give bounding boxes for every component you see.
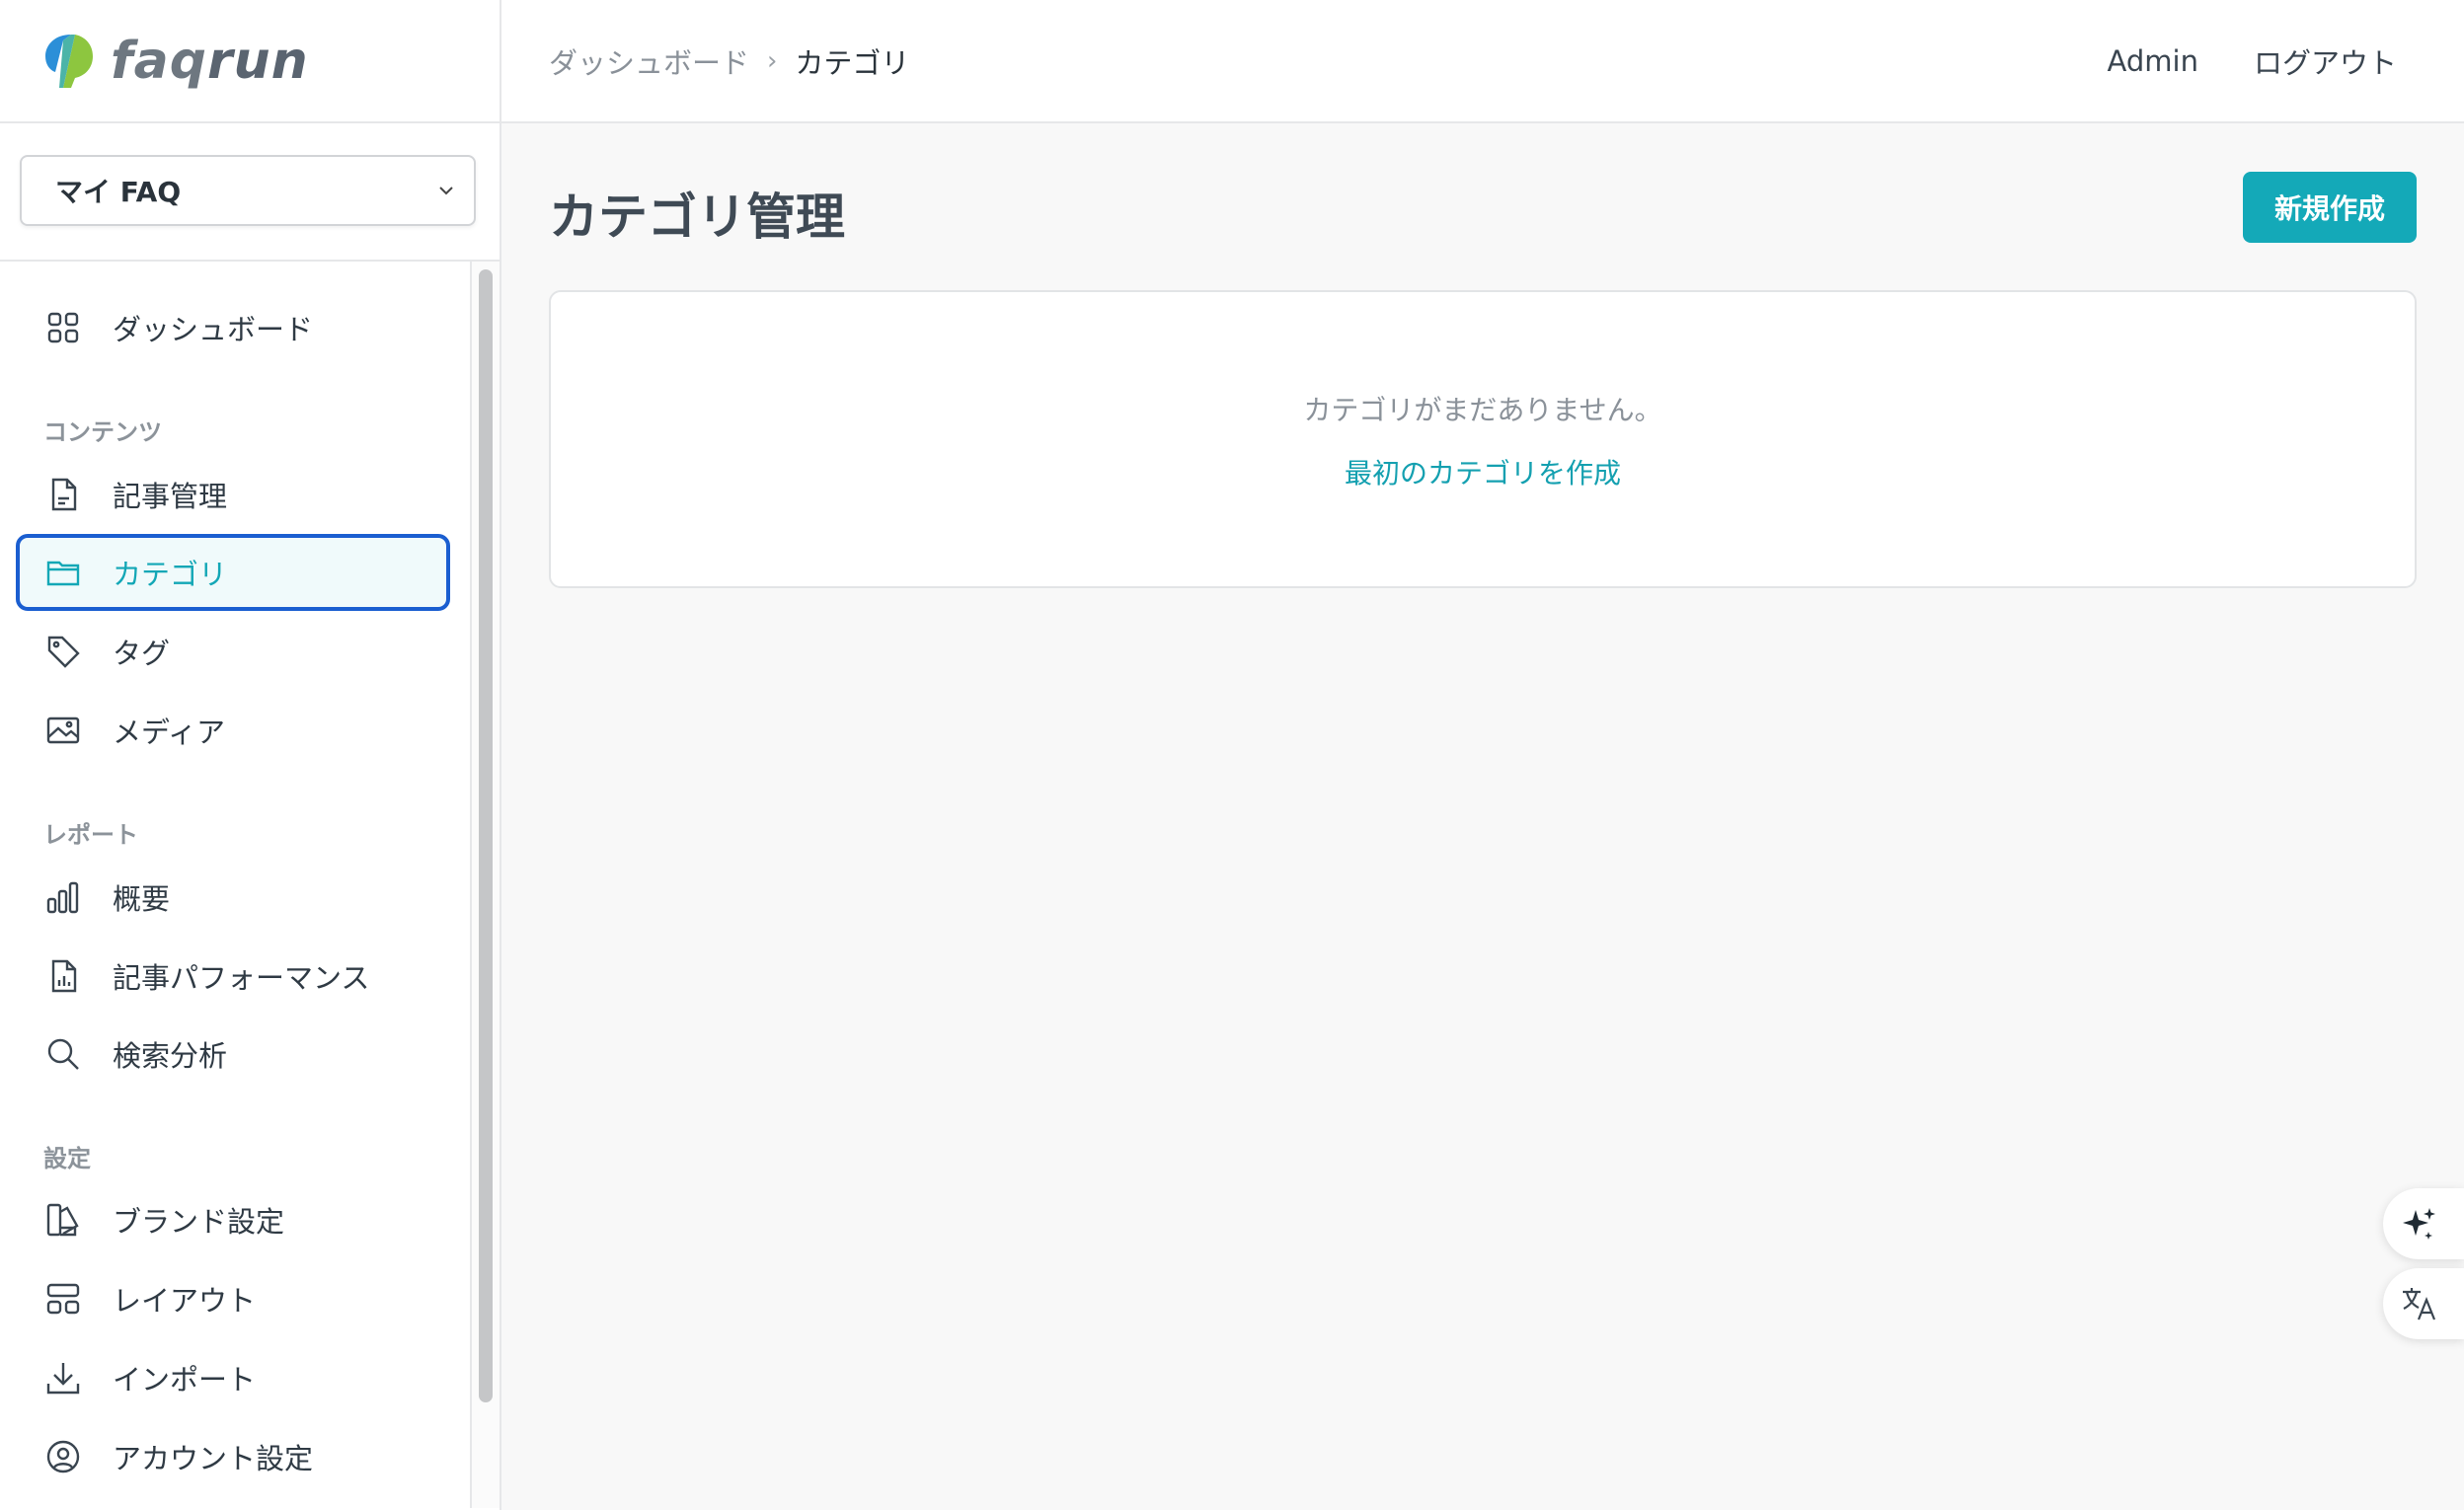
breadcrumb: ダッシュボード › カテゴリ: [549, 40, 909, 82]
sidebar-item-label: メディア: [113, 716, 225, 749]
create-first-category-link[interactable]: 最初のカテゴリを作成: [551, 452, 2415, 491]
sidebar-item-import[interactable]: インポート: [16, 1339, 450, 1416]
faq-select-value: マイ FAQ: [55, 176, 182, 208]
sidebar-item-label: 記事パフォーマンス: [113, 961, 370, 995]
folder-icon: [43, 553, 83, 592]
sidebar-item-overview[interactable]: 概要: [16, 859, 450, 936]
sparkle-icon: [2403, 1208, 2435, 1240]
sidebar-item-article-performance[interactable]: 記事パフォーマンス: [16, 938, 450, 1015]
sidebar-item-label: 概要: [113, 882, 171, 916]
sidebar-item-tags[interactable]: タグ: [16, 613, 450, 690]
sidebar-scrollbar[interactable]: [470, 262, 500, 1508]
document-icon: [43, 475, 83, 514]
sidebar-item-layout[interactable]: レイアウト: [16, 1260, 450, 1337]
translate-icon: [2403, 1288, 2436, 1321]
header-actions: Admin ログアウト: [2052, 40, 2397, 82]
translate-button[interactable]: [2383, 1268, 2464, 1339]
sidebar-item-categories[interactable]: カテゴリ: [16, 534, 450, 611]
sidebar-item-media[interactable]: メディア: [16, 692, 450, 769]
faq-select[interactable]: マイ FAQ: [20, 155, 476, 226]
palette-icon: [43, 1200, 83, 1240]
logo-wordmark: faqrun: [111, 31, 309, 91]
sidebar-item-label: 記事管理: [113, 480, 228, 513]
breadcrumb-current: カテゴリ: [795, 45, 910, 80]
document-chart-icon: [43, 956, 83, 996]
top-bar: ダッシュボード › カテゴリ Admin ログアウト: [501, 0, 2464, 123]
sidebar-item-label: ダッシュボード: [113, 313, 314, 346]
sidebar-item-label: カテゴリ: [113, 558, 228, 591]
sidebar-item-search-analytics[interactable]: 検索分析: [16, 1016, 450, 1093]
section-label-content: コンテンツ: [43, 418, 162, 446]
sidebar-item-label: 検索分析: [113, 1039, 228, 1073]
sidebar-item-account-settings[interactable]: アカウント設定: [16, 1418, 450, 1495]
search-icon: [43, 1034, 83, 1074]
chevron-down-icon: [439, 187, 453, 195]
user-circle-icon: [43, 1437, 83, 1476]
breadcrumb-dashboard-link[interactable]: ダッシュボード: [549, 40, 749, 82]
sidebar-item-label: タグ: [113, 637, 171, 670]
sidebar-item-dashboard[interactable]: ダッシュボード: [16, 289, 450, 366]
sidebar-item-label: インポート: [113, 1363, 257, 1397]
sidebar-item-articles[interactable]: 記事管理: [16, 456, 450, 533]
sidebar-item-label: アカウント設定: [113, 1442, 314, 1475]
logo[interactable]: faqrun: [0, 0, 500, 123]
section-label-settings: 設定: [43, 1145, 91, 1172]
empty-state-card: カテゴリがまだありません。 最初のカテゴリを作成: [549, 290, 2417, 588]
app: faqrun マイ FAQ ダッシュボード コンテンツ 記事管理 カテゴリ タグ…: [0, 0, 2464, 1510]
sidebar-item-brand-settings[interactable]: ブランド設定: [16, 1181, 450, 1258]
ai-assist-button[interactable]: [2383, 1188, 2464, 1259]
sidebar-scrollbar-thumb[interactable]: [479, 269, 493, 1402]
new-category-button[interactable]: 新規作成: [2243, 172, 2417, 243]
tag-icon: [43, 632, 83, 671]
user-menu[interactable]: Admin: [2108, 44, 2198, 78]
page-title: カテゴリ管理: [549, 189, 845, 246]
grid-icon: [43, 308, 83, 347]
layout-icon: [43, 1279, 83, 1319]
logo-mark-icon: [45, 34, 93, 88]
image-icon: [43, 711, 83, 750]
sidebar-item-label: レイアウト: [113, 1284, 257, 1318]
sidebar-item-label: ブランド設定: [113, 1205, 285, 1239]
chevron-right-icon: ›: [767, 45, 778, 76]
section-label-reports: レポート: [43, 821, 138, 849]
download-icon: [43, 1358, 83, 1397]
logout-link[interactable]: ログアウト: [2254, 40, 2397, 82]
empty-state-message: カテゴリがまだありません。: [1303, 394, 1662, 426]
faq-selector-area: マイ FAQ: [0, 123, 500, 262]
bar-chart-icon: [43, 877, 83, 917]
